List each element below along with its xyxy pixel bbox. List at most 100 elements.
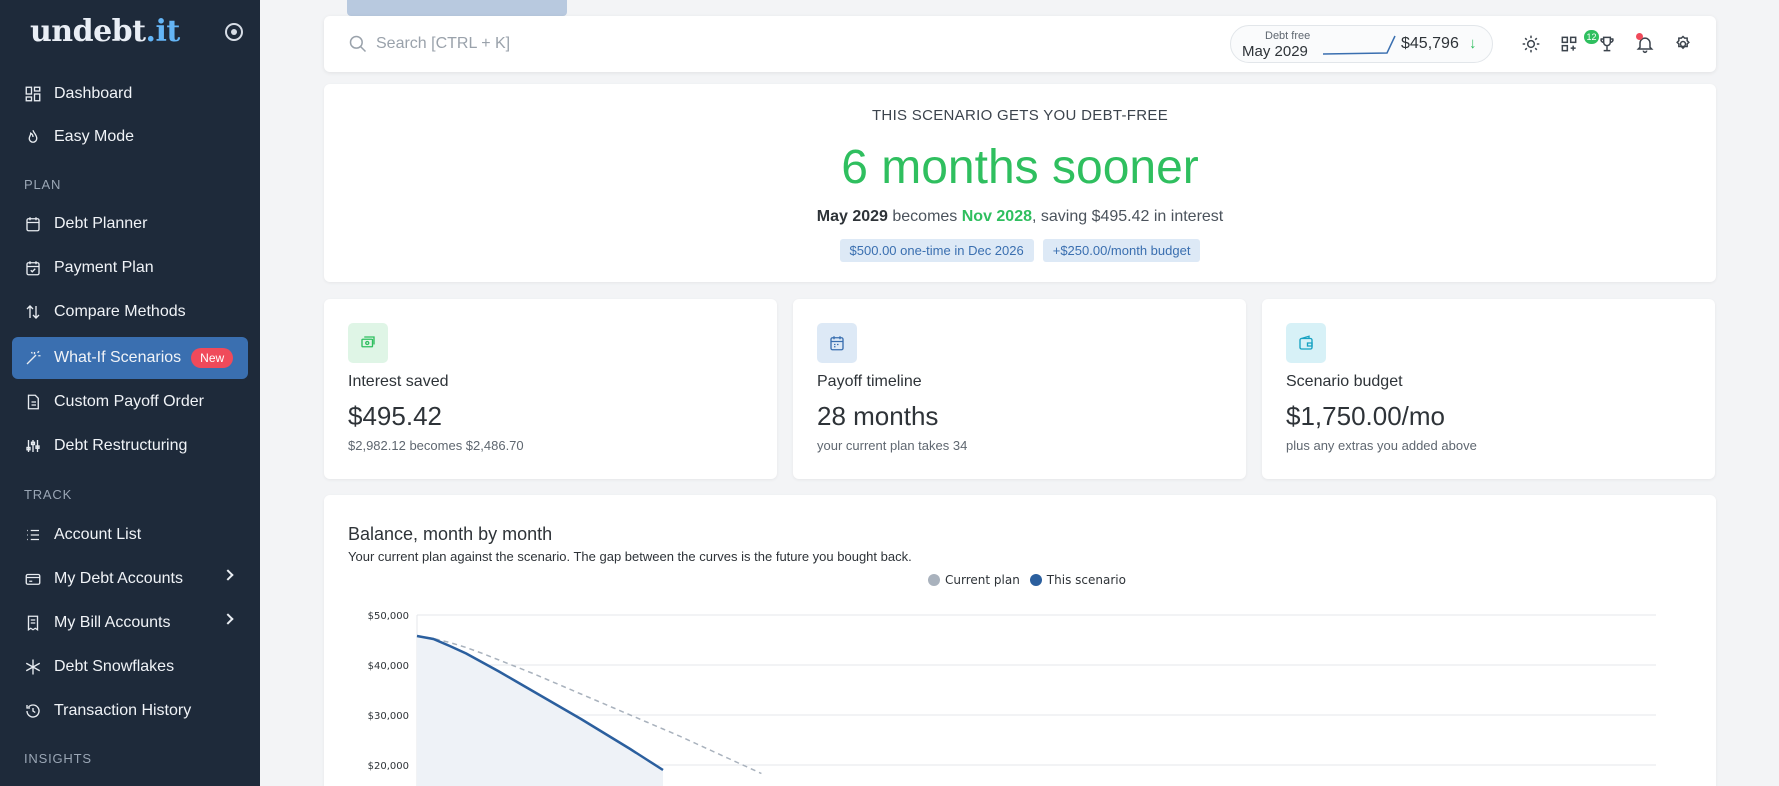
sidebar-item-label: My Bill Accounts [54,614,171,631]
stat-value: $495.42 [348,401,442,431]
scenario-chip[interactable]: +$250.00/month budget [1042,239,1201,262]
legend-swatch [1029,574,1042,586]
search-input[interactable] [376,32,876,56]
y-tick-label: $40,000 [368,661,409,672]
sidebar-item-label: What-If Scenarios [54,349,182,366]
sidebar-item-custom-payoff-order[interactable]: Custom Payoff Order [12,381,248,423]
chevron-right-icon [222,569,234,581]
gear-icon [1676,35,1690,50]
y-tick-label: $50,000 [368,611,409,622]
sidebar-item-label: Debt Planner [54,215,148,232]
stat-title: Interest saved [348,373,449,390]
stat-subtext: your current plan takes 34 [817,438,968,453]
brand-name: undebt [30,14,146,49]
magic-wand-icon [24,349,42,367]
sidebar-item-dashboard[interactable]: Dashboard [12,73,248,115]
stat-card-payoff-timeline: Payoff timeline 28 months your current p… [793,299,1246,479]
arrow-down-icon: ↓ [1469,35,1477,52]
section-label-plan: PLAN [24,177,62,192]
summary-kicker: THIS SCENARIO GETS YOU DEBT-FREE [871,107,1169,124]
legend-label: This scenario [1046,573,1126,587]
sidebar-item-debt-planner[interactable]: Debt Planner [12,203,248,245]
wallet-icon [1286,323,1326,363]
snowflake-icon [24,658,42,676]
section-label-insights: INSIGHTS [24,751,92,766]
scenario-chips: $500.00 one-time in Dec 2026 +$250.00/mo… [324,239,1716,262]
sidebar-item-label: Debt Restructuring [54,437,188,454]
total-balance: $45,796 [1401,35,1459,52]
document-icon [24,393,42,411]
chart-legend: Current plan This scenario [928,573,1126,587]
brand-accent: .it [145,14,181,49]
sidebar-toggle-icon[interactable] [225,23,243,41]
legend-label: Current plan [945,573,1020,587]
apps-grid-icon [1561,36,1577,52]
notification-dot [1636,33,1643,40]
y-tick-label: $30,000 [368,711,409,722]
sidebar: undebt.it Dashboard Easy Mode PLAN Debt … [0,0,260,786]
scenario-chip[interactable]: $500.00 one-time in Dec 2026 [839,239,1034,262]
old-payoff-date: May 2029 [816,208,888,225]
sidebar-item-label: My Debt Accounts [54,570,183,587]
sidebar-item-label: Transaction History [54,702,192,719]
dashboard-icon [24,85,42,103]
sliders-icon [24,437,42,455]
scrolled-button-fragment[interactable] [347,0,567,16]
calendar-icon [817,323,857,363]
theme-toggle-button[interactable] [1519,32,1543,56]
stat-value: $1,750.00/mo [1286,401,1446,431]
sidebar-item-debt-restructuring[interactable]: Debt Restructuring [12,425,248,467]
scenario-summary-card: THIS SCENARIO GETS YOU DEBT-FREE 6 month… [324,84,1716,282]
legend-item-this-scenario[interactable]: This scenario [1029,573,1126,587]
new-payoff-date: Nov 2028 [961,208,1032,225]
balance-chart-card: Balance, month by month Your current pla… [324,495,1716,786]
search-icon [349,35,367,53]
sidebar-item-payment-plan[interactable]: Payment Plan [12,247,248,289]
sun-icon [1522,35,1540,53]
scenario-area [417,636,663,786]
sidebar-item-label: Easy Mode [54,128,135,145]
balance-line-chart: $50,000 $40,000 $30,000 $20,000 [368,611,1656,786]
top-header-bar: Debt free May 2029 $45,796 ↓ [324,16,1716,72]
sidebar-item-what-if-scenarios[interactable]: What-If Scenarios New [12,337,248,379]
money-icon [348,323,388,363]
legend-item-current-plan[interactable]: Current plan [928,573,1020,587]
y-tick-label: $20,000 [368,761,409,772]
sidebar-item-label: Debt Snowflakes [54,658,175,675]
sidebar-item-label: Custom Payoff Order [54,393,204,410]
stat-card-interest-saved: Interest saved $495.42 $2,982.12 becomes… [324,299,777,479]
settings-button[interactable] [1671,32,1695,56]
receipt-icon [24,614,42,632]
section-label-track: TRACK [24,487,73,502]
chart-subtitle: Your current plan against the scenario. … [348,549,912,564]
sidebar-item-easy-mode[interactable]: Easy Mode [12,116,248,158]
becomes-text: becomes [887,208,962,225]
stat-card-scenario-budget: Scenario budget $1,750.00/mo plus any ex… [1262,299,1715,479]
calendar-check-icon [24,259,42,277]
sidebar-item-debt-snowflakes[interactable]: Debt Snowflakes [12,646,248,688]
list-icon [24,526,42,544]
stat-subtext: plus any extras you added above [1286,438,1477,453]
summary-headline: 6 months sooner [841,141,1199,194]
new-badge: New [191,348,234,368]
calendar-icon [24,215,42,233]
debt-free-date: May 2029 [1242,43,1308,60]
sidebar-item-compare-methods[interactable]: Compare Methods [12,291,248,333]
sidebar-item-account-list[interactable]: Account List [12,514,248,556]
sidebar-item-transaction-history[interactable]: Transaction History [12,690,248,732]
sidebar-item-label: Payment Plan [54,259,154,276]
sort-arrows-icon [24,303,42,321]
chart-title: Balance, month by month [348,524,553,544]
debt-free-widget[interactable]: Debt free May 2029 $45,796 ↓ [1230,25,1493,63]
debt-free-label: Debt free [1265,30,1311,42]
brand-logo[interactable]: undebt.it [30,14,180,49]
sidebar-item-my-debt-accounts[interactable]: My Debt Accounts [12,558,248,600]
stat-value: 28 months [817,401,939,431]
sidebar-item-label: Compare Methods [54,303,186,320]
achievements-count-badge: 12 [1584,30,1599,44]
history-icon [24,702,42,720]
apps-button[interactable] [1557,32,1581,56]
stat-title: Scenario budget [1286,373,1403,390]
sidebar-item-my-bill-accounts[interactable]: My Bill Accounts [12,602,248,644]
trophy-icon [1600,36,1614,52]
